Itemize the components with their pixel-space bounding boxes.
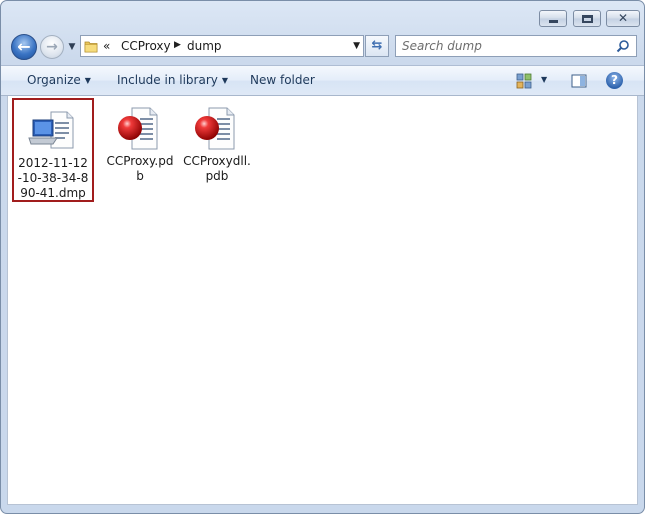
back-arrow-icon: ← bbox=[17, 37, 31, 56]
command-bar: Organize ▼ Include in library ▼ New folder… bbox=[1, 65, 644, 96]
file-item-dmp[interactable]: 2012-11-12 -10-38-34-8 90-41.dmp bbox=[12, 98, 94, 202]
include-in-library-label: Include in library bbox=[117, 73, 218, 87]
pdb-file-icon bbox=[195, 107, 235, 150]
help-icon[interactable]: ? bbox=[606, 72, 623, 89]
minimize-icon bbox=[549, 20, 558, 23]
refresh-icon: ⇆ bbox=[371, 38, 383, 53]
organize-label: Organize bbox=[27, 73, 81, 87]
maximize-icon bbox=[582, 15, 593, 23]
include-in-library-menu[interactable]: Include in library ▼ bbox=[117, 73, 228, 87]
file-item-ccproxydll-pdb[interactable]: CCProxydll. pdb bbox=[176, 98, 258, 202]
file-name-line: -10-38-34-8 bbox=[17, 171, 89, 185]
breadcrumb-dump[interactable]: dump bbox=[187, 39, 222, 53]
breadcrumb-separator-icon[interactable]: ▶ bbox=[174, 40, 181, 50]
forward-arrow-icon: → bbox=[46, 39, 58, 55]
organize-menu[interactable]: Organize ▼ bbox=[27, 73, 91, 87]
file-item-ccproxy-pdb[interactable]: CCProxy.pd b bbox=[99, 98, 181, 202]
address-bar[interactable]: « CCProxy ▶ dump ▼ bbox=[80, 35, 364, 57]
refresh-button[interactable]: ⇆ bbox=[365, 35, 389, 57]
file-name-line: CCProxy.pd bbox=[106, 154, 174, 168]
chevron-down-icon: ▼ bbox=[84, 76, 91, 85]
explorer-window: ✕ ← → ▼ « CCProxy ▶ dump ▼ ⇆ Organize▼ I… bbox=[0, 0, 645, 514]
file-name: CCProxydll. pdb bbox=[176, 154, 258, 184]
new-folder-button[interactable]: New folder bbox=[250, 73, 315, 87]
folder-icon bbox=[84, 41, 98, 53]
minimize-button[interactable] bbox=[539, 10, 567, 27]
file-name-line: 2012-11-12 bbox=[18, 156, 88, 170]
address-dropdown-icon[interactable]: ▼ bbox=[353, 41, 360, 51]
search-box[interactable] bbox=[395, 35, 637, 57]
file-name: CCProxy.pd b bbox=[99, 154, 181, 184]
file-name-line: CCProxydll. bbox=[183, 154, 251, 168]
file-name-line: b bbox=[136, 169, 144, 183]
file-name-line: pdb bbox=[205, 169, 229, 183]
search-input[interactable] bbox=[402, 38, 602, 54]
maximize-button[interactable] bbox=[573, 10, 601, 27]
chevron-down-icon: ▼ bbox=[221, 76, 229, 85]
close-button[interactable]: ✕ bbox=[606, 10, 640, 27]
view-options-dropdown-icon[interactable]: ▼ bbox=[541, 75, 547, 84]
dump-file-icon bbox=[28, 111, 74, 149]
back-button[interactable]: ← bbox=[11, 34, 37, 60]
recent-pages-dropdown[interactable]: ▼ bbox=[66, 41, 78, 53]
file-name-line: 90-41.dmp bbox=[20, 186, 86, 200]
change-view-icon[interactable] bbox=[516, 73, 532, 89]
file-name: 2012-11-12 -10-38-34-8 90-41.dmp bbox=[14, 156, 92, 201]
preview-pane-icon[interactable] bbox=[571, 73, 587, 89]
close-icon: ✕ bbox=[617, 11, 629, 25]
breadcrumb-overflow[interactable]: « bbox=[103, 39, 110, 53]
search-icon[interactable] bbox=[616, 39, 630, 53]
file-list[interactable]: 2012-11-12 -10-38-34-8 90-41.dmp CCProxy… bbox=[7, 96, 638, 505]
forward-button[interactable]: → bbox=[40, 35, 64, 59]
pdb-file-icon bbox=[118, 107, 158, 150]
breadcrumb-ccproxy[interactable]: CCProxy bbox=[121, 39, 171, 53]
